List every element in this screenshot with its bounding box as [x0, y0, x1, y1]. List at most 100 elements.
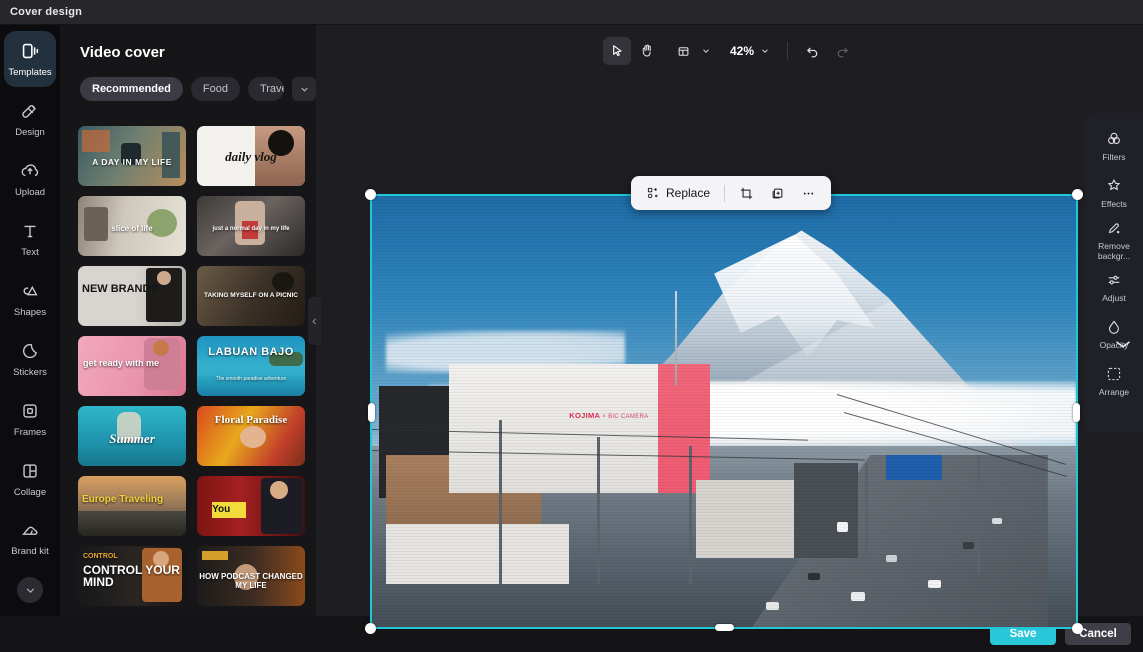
panel-title: Video cover: [60, 25, 316, 61]
select-tool-button[interactable]: [603, 37, 631, 65]
rail-item-effects[interactable]: Effects: [1087, 169, 1141, 216]
template-card[interactable]: Europe Traveling: [78, 476, 186, 536]
replace-icon: [646, 186, 660, 200]
chips-expand-button[interactable]: [292, 77, 316, 101]
canvas-image[interactable]: KOJIMA × BIC CAMERA: [372, 196, 1076, 627]
zoom-level-value[interactable]: 42%: [727, 44, 757, 58]
template-card[interactable]: Summer: [78, 406, 186, 466]
right-rail-collapse-button[interactable]: [1109, 335, 1137, 353]
photo-road-sign: [886, 455, 942, 481]
rail-item-adjust[interactable]: Adjust: [1087, 263, 1141, 310]
photo-car: [928, 580, 941, 588]
sidebar-item-frames[interactable]: Frames: [4, 391, 56, 447]
cursor-arrow-icon: [609, 43, 625, 59]
template-caption: LABUAN BAJO: [197, 346, 305, 358]
sidebar-item-upload[interactable]: Upload: [4, 151, 56, 207]
template-caption: just a normal day in my life: [197, 226, 305, 232]
template-card[interactable]: daily vlog: [197, 126, 305, 186]
template-caption: TAKING MYSELF ON A PICNIC: [197, 292, 305, 299]
more-options-button[interactable]: [796, 180, 821, 206]
duplicate-button[interactable]: [765, 180, 790, 206]
layout-icon: [676, 44, 691, 59]
text-icon: [19, 220, 41, 242]
template-card[interactable]: TAKING MYSELF ON A PICNIC: [197, 266, 305, 326]
resize-handle-bottom[interactable]: [715, 624, 734, 631]
chevron-down-icon[interactable]: [760, 46, 770, 56]
template-caption: A DAY IN MY LIFE: [78, 157, 186, 167]
rail-label-filters: Filters: [1102, 152, 1125, 162]
template-card[interactable]: CONTROL CONTROL YOUR MIND: [78, 546, 186, 606]
photo-car: [808, 573, 820, 580]
resize-handle-bottom-right[interactable]: [1072, 623, 1083, 634]
hand-tool-button[interactable]: [633, 37, 661, 65]
layout-button[interactable]: [670, 37, 698, 65]
rail-item-filters[interactable]: Filters: [1087, 122, 1141, 169]
chevron-down-icon[interactable]: [701, 46, 711, 56]
template-card[interactable]: You: [197, 476, 305, 536]
chip-recommended[interactable]: Recommended: [80, 77, 183, 101]
chip-food[interactable]: Food: [191, 77, 240, 101]
kojima-sign-subtext: × BIC CAMERA: [602, 414, 648, 420]
photo-car: [963, 542, 974, 549]
chip-label: Recommended: [92, 83, 171, 95]
template-card[interactable]: Floral Paradise: [197, 406, 305, 466]
rail-item-arrange[interactable]: Arrange: [1087, 357, 1141, 404]
rail-item-remove-background[interactable]: Remove backgr...: [1087, 216, 1141, 263]
template-subcaption: The smooth paradise adventure: [197, 376, 305, 382]
chip-travel[interactable]: Travel: [248, 77, 284, 101]
panel-collapse-button[interactable]: [308, 297, 321, 345]
layout-tool-group[interactable]: [670, 37, 711, 65]
sidebar-item-design[interactable]: Design: [4, 91, 56, 147]
sidebar-item-text[interactable]: Text: [4, 211, 56, 267]
brand-kit-icon: [19, 520, 41, 542]
arrange-icon: [1105, 365, 1123, 383]
undo-button[interactable]: [798, 37, 826, 65]
effects-icon: [1105, 177, 1123, 195]
sidebar-item-collage[interactable]: Collage: [4, 451, 56, 507]
redo-button[interactable]: [828, 37, 856, 65]
photo-utility-pole: [597, 437, 600, 584]
sidebar-item-stickers[interactable]: Stickers: [4, 331, 56, 387]
sidebar-more-button[interactable]: [17, 577, 43, 603]
sidebar-item-brand-kit[interactable]: Brand kit: [4, 511, 56, 567]
template-card[interactable]: LABUAN BAJO The smooth paradise adventur…: [197, 336, 305, 396]
sidebar-item-templates[interactable]: Templates: [4, 31, 56, 87]
template-grid: A DAY IN MY LIFE daily vlog slice of lif…: [60, 126, 316, 616]
template-caption: daily vlog: [197, 149, 305, 165]
photo-building-tall: [794, 463, 857, 558]
rail-label-adjust: Adjust: [1102, 293, 1126, 303]
template-card[interactable]: just a normal day in my life: [197, 196, 305, 256]
template-caption: slice of life: [78, 224, 186, 233]
hand-icon: [639, 43, 655, 59]
template-card[interactable]: slice of life: [78, 196, 186, 256]
app-root: Cover design Templates Design Upload: [0, 0, 1143, 652]
template-caption: Europe Traveling: [82, 494, 163, 505]
photo-utility-pole: [865, 463, 868, 575]
sidebar-item-shapes[interactable]: Shapes: [4, 271, 56, 327]
opacity-icon: [1105, 318, 1123, 336]
design-icon: [19, 100, 41, 122]
template-card[interactable]: HOW PODCAST CHANGED MY LIFE: [197, 546, 305, 606]
template-card[interactable]: NEW BRAND?: [78, 266, 186, 326]
resize-handle-bottom-left[interactable]: [365, 623, 376, 634]
photo-mount-fuji: KOJIMA × BIC CAMERA: [372, 196, 1076, 627]
toolbar-divider: [724, 185, 725, 202]
photo-kojima-building: KOJIMA × BIC CAMERA: [449, 364, 709, 493]
resize-handle-top-left[interactable]: [365, 189, 376, 200]
replace-label: Replace: [666, 186, 710, 200]
template-card[interactable]: get ready with me: [78, 336, 186, 396]
collage-icon: [19, 460, 41, 482]
resize-handle-right[interactable]: [1073, 403, 1080, 422]
resize-handle-top-right[interactable]: [1072, 189, 1083, 200]
image-properties-rail: Filters Effects Remove backgr... Adjust: [1085, 113, 1143, 433]
rail-label-remove-background: Remove backgr...: [1087, 241, 1141, 261]
photo-car: [886, 555, 897, 562]
sidebar-label-frames: Frames: [14, 427, 46, 438]
crop-button[interactable]: [734, 180, 759, 206]
selected-image-frame[interactable]: KOJIMA × BIC CAMERA: [370, 194, 1078, 629]
templates-icon: [19, 40, 41, 62]
zoom-group[interactable]: 42%: [727, 44, 770, 58]
template-card[interactable]: A DAY IN MY LIFE: [78, 126, 186, 186]
replace-button[interactable]: Replace: [641, 180, 715, 206]
resize-handle-left[interactable]: [368, 403, 375, 422]
